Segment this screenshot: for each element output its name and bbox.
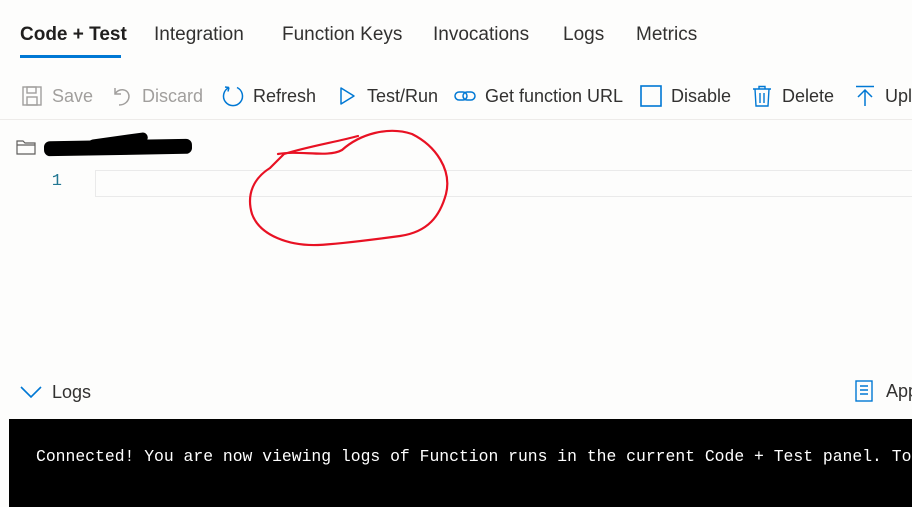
file-path[interactable] [16, 137, 36, 157]
disable-button[interactable]: Disable [639, 84, 731, 108]
tab-function-keys[interactable]: Function Keys [282, 24, 402, 46]
refresh-button[interactable]: Refresh [221, 84, 316, 108]
active-tab-indicator [20, 55, 121, 58]
tab-code-test[interactable]: Code + Test [20, 24, 127, 46]
test-run-label: Test/Run [367, 85, 439, 106]
folder-icon [16, 140, 36, 155]
logs-toggle-label: Logs [52, 381, 92, 402]
delete-button[interactable]: Delete [750, 84, 834, 108]
discard-label: Discard [142, 85, 204, 106]
toolbar-divider [0, 119, 912, 120]
delete-label: Delete [782, 85, 835, 106]
discard-button[interactable]: Discard [110, 84, 203, 108]
checkbox-icon [639, 84, 663, 108]
refresh-icon [221, 84, 245, 108]
discard-icon [110, 84, 134, 108]
trash-icon [750, 84, 774, 108]
link-icon [453, 84, 477, 108]
tab-invocations[interactable]: Invocations [433, 24, 529, 46]
save-icon [20, 84, 44, 108]
app-insights-icon [855, 380, 873, 402]
save-button[interactable]: Save [20, 84, 93, 108]
chevron-down-icon [20, 386, 42, 399]
upload-label: Upl [885, 85, 912, 106]
test-run-button[interactable]: Test/Run [335, 84, 438, 108]
disable-label: Disable [671, 85, 732, 106]
logs-panel-toggle[interactable]: Logs [20, 380, 91, 404]
upload-icon [853, 84, 877, 108]
console-message: Connected! You are now viewing logs of F… [36, 447, 912, 466]
app-insights-label: App [886, 380, 912, 401]
upload-button[interactable]: Upl [853, 84, 912, 108]
save-label: Save [52, 85, 94, 106]
refresh-label: Refresh [253, 85, 317, 106]
get-function-url-button[interactable]: Get function URL [453, 84, 623, 108]
tab-logs[interactable]: Logs [563, 24, 604, 46]
command-bar: Save Discard Refresh Test/Run Get functi… [0, 72, 912, 118]
get-function-url-label: Get function URL [485, 85, 624, 106]
tab-bar: Code + Test Integration Function Keys In… [0, 0, 912, 62]
tab-integration[interactable]: Integration [154, 24, 244, 46]
code-editor-line[interactable] [95, 170, 912, 197]
line-number: 1 [51, 172, 62, 191]
app-insights-button[interactable]: App [854, 378, 912, 404]
log-console[interactable]: Connected! You are now viewing logs of F… [9, 419, 912, 507]
tab-metrics[interactable]: Metrics [636, 24, 697, 46]
play-icon [335, 84, 359, 108]
